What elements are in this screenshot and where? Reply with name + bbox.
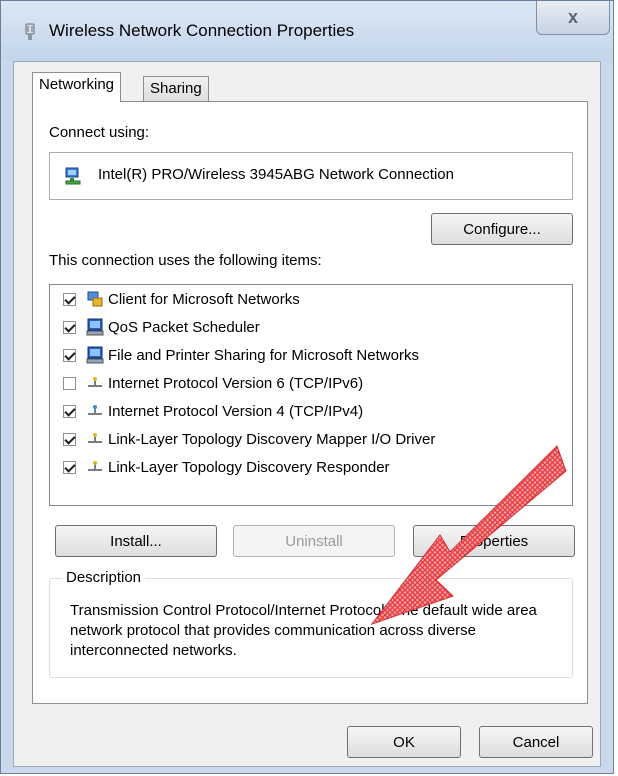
items-label: This connection uses the following items…: [49, 252, 322, 269]
checkbox[interactable]: [63, 460, 76, 474]
list-item-client-networks[interactable]: Client for Microsoft Networks: [50, 287, 572, 311]
network-adapter-icon: [65, 167, 81, 185]
item-label: File and Printer Sharing for Microsoft N…: [108, 346, 419, 364]
item-label: Internet Protocol Version 6 (TCP/IPv6): [108, 374, 364, 392]
checkbox[interactable]: [63, 376, 76, 390]
computer-service-icon: [86, 318, 104, 336]
item-label: Client for Microsoft Networks: [108, 290, 300, 308]
protocol-icon: [88, 461, 102, 471]
cancel-button[interactable]: Cancel: [479, 726, 593, 758]
checkbox[interactable]: [63, 348, 76, 362]
dialog-client-area: Networking Sharing Connect using: Intel(…: [13, 61, 601, 767]
list-item-lltd-mapper[interactable]: Link-Layer Topology Discovery Mapper I/O…: [50, 427, 572, 451]
description-legend: Description: [62, 569, 146, 586]
ok-button[interactable]: OK: [347, 726, 461, 758]
checkbox[interactable]: [63, 404, 76, 418]
title-bar[interactable]: Wireless Network Connection Properties x: [1, 1, 613, 61]
list-item-lltd-responder[interactable]: Link-Layer Topology Discovery Responder: [50, 455, 572, 479]
adapter-field: Intel(R) PRO/Wireless 3945ABG Network Co…: [49, 152, 573, 200]
checkbox[interactable]: [63, 432, 76, 446]
protocol-icon: [88, 433, 102, 443]
properties-window: Wireless Network Connection Properties x…: [0, 0, 614, 774]
description-text: Transmission Control Protocol/Internet P…: [70, 602, 537, 659]
close-button[interactable]: x: [536, 1, 610, 35]
protocol-icon: [88, 405, 102, 415]
items-list[interactable]: Client for Microsoft Networks QoS Packet…: [49, 284, 573, 506]
network-client-icon: [87, 291, 103, 307]
window-title: Wireless Network Connection Properties: [49, 21, 355, 40]
networking-panel: Connect using: Intel(R) PRO/Wireless 394…: [32, 101, 588, 704]
tab-sharing[interactable]: Sharing: [143, 76, 209, 102]
list-item-ipv4[interactable]: Internet Protocol Version 4 (TCP/IPv4): [50, 399, 572, 423]
list-item-qos[interactable]: QoS Packet Scheduler: [50, 315, 572, 339]
close-icon: x: [567, 7, 578, 27]
protocol-icon: [88, 377, 102, 387]
checkbox[interactable]: [63, 292, 76, 306]
uninstall-button[interactable]: Uninstall: [233, 525, 395, 557]
install-button[interactable]: Install...: [55, 525, 217, 557]
checkbox[interactable]: [63, 320, 76, 334]
tab-networking[interactable]: Networking: [32, 72, 122, 102]
configure-button[interactable]: Configure...: [431, 213, 573, 245]
item-label: Link-Layer Topology Discovery Responder: [108, 458, 390, 476]
connect-using-label: Connect using:: [49, 124, 150, 141]
item-label: Internet Protocol Version 4 (TCP/IPv4): [108, 402, 364, 420]
adapter-name: Intel(R) PRO/Wireless 3945ABG Network Co…: [98, 166, 454, 183]
description-group: Description Transmission Control Protoco…: [49, 569, 573, 678]
network-adapter-icon: [25, 23, 35, 40]
computer-service-icon: [86, 346, 104, 364]
list-item-ipv6[interactable]: Internet Protocol Version 6 (TCP/IPv6): [50, 371, 572, 395]
list-item-file-printer-sharing[interactable]: File and Printer Sharing for Microsoft N…: [50, 343, 572, 367]
properties-button[interactable]: Properties: [413, 525, 575, 557]
item-label: QoS Packet Scheduler: [108, 318, 260, 336]
item-label: Link-Layer Topology Discovery Mapper I/O…: [108, 430, 436, 448]
